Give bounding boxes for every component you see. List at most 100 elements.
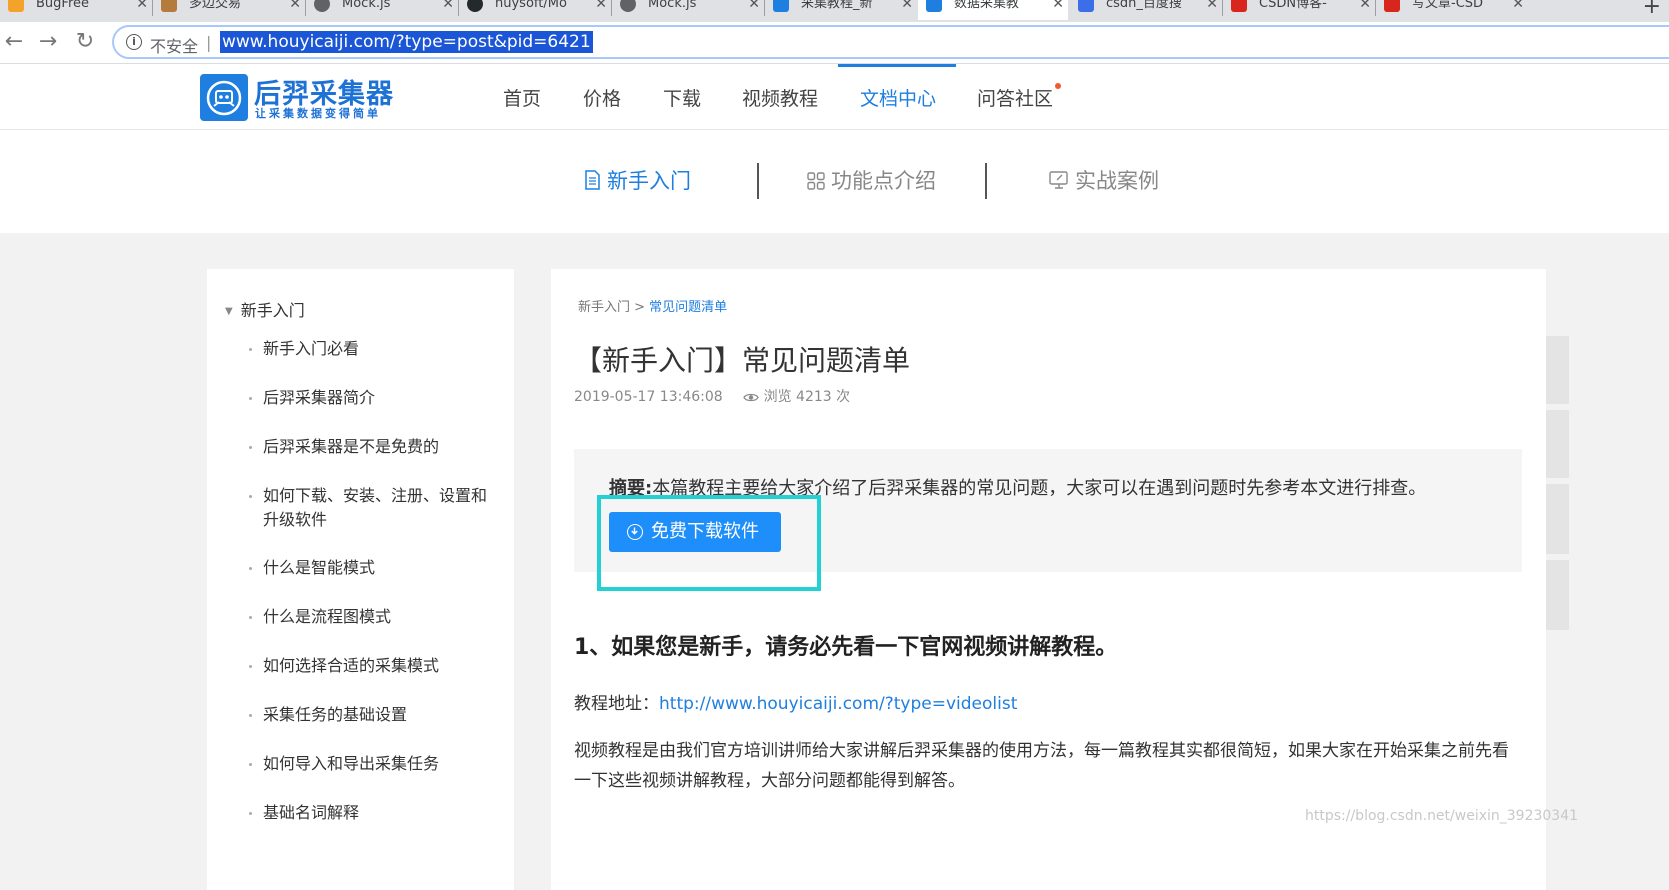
browser-tab[interactable]: csdn_百度搜 ✕	[1070, 0, 1222, 20]
browser-tab[interactable]: nuysoft/Mo ✕	[459, 0, 611, 20]
view-count: 浏览 4213 次	[763, 389, 851, 405]
sidebar-item[interactable]: 新手入门必看	[249, 337, 493, 361]
tab-divider	[985, 163, 987, 199]
nav-qa-community[interactable]: 问答社区	[977, 84, 1053, 111]
tutorial-link[interactable]: http://www.houyicaiji.com/?type=videolis…	[659, 694, 1017, 714]
close-icon[interactable]: ✕	[595, 0, 607, 14]
caret-down-icon: ▼	[225, 306, 233, 317]
close-icon[interactable]: ✕	[1512, 0, 1524, 14]
tab-title: nuysoft/Mo	[495, 0, 567, 11]
houyi-icon	[773, 0, 789, 12]
browser-tab-strip: BugFree ✕ 多边交易 ✕ Mock.js ✕ nuysoft/Mo ✕ …	[0, 0, 1669, 22]
back-arrow-icon[interactable]: ←	[0, 29, 28, 54]
nav-docs[interactable]: 文档中心	[860, 84, 936, 111]
browser-tab[interactable]: 写文章-CSD ✕	[1376, 0, 1528, 20]
browser-tab-active[interactable]: 数据采集教 ✕	[918, 0, 1068, 20]
publish-date: 2019-05-17 13:46:08	[574, 389, 723, 405]
nav-home[interactable]: 首页	[503, 84, 541, 111]
tab-case-studies[interactable]: 实战案例	[1049, 165, 1159, 195]
sidebar-item[interactable]: 后羿采集器简介	[249, 386, 493, 410]
browser-tab[interactable]: 多边交易 ✕	[153, 0, 305, 20]
article-paragraph: 视频教程是由我们官方培训讲师给大家讲解后羿采集器的使用方法，每一篇教程其实都很简…	[574, 741, 1509, 791]
sidebar-item[interactable]: 如何选择合适的采集模式	[249, 654, 493, 678]
sidebar-item[interactable]: 什么是智能模式	[249, 556, 493, 580]
browser-tab[interactable]: CSDN博客- ✕	[1223, 0, 1375, 20]
breadcrumb: 新手入门 > 常见问题清单	[578, 296, 727, 315]
tab-title: csdn_百度搜	[1106, 0, 1182, 11]
globe-icon	[620, 0, 636, 12]
reload-icon[interactable]: ↻	[71, 29, 99, 54]
baidu-icon	[1078, 0, 1094, 12]
tab-features[interactable]: 功能点介绍	[807, 165, 936, 195]
tab-title: 采集教程_新	[801, 0, 873, 11]
logo-icon[interactable]	[200, 74, 248, 121]
tab-beginner[interactable]: 新手入门	[584, 165, 691, 195]
tab-label: 实战案例	[1075, 169, 1159, 193]
page-icon	[161, 0, 177, 12]
csdn-icon	[1231, 0, 1247, 12]
browser-tab[interactable]: Mock.js ✕	[306, 0, 458, 20]
new-tab-icon[interactable]: +	[1643, 0, 1661, 19]
float-tool-1[interactable]	[1546, 336, 1569, 404]
close-icon[interactable]: ✕	[289, 0, 301, 14]
monitor-edit-icon	[1049, 170, 1069, 195]
github-icon	[467, 0, 483, 12]
tab-title: Mock.js	[342, 0, 391, 11]
sidebar-group-label: 新手入门	[240, 301, 305, 320]
tab-title: 多边交易	[189, 0, 242, 11]
doc-sidebar: ▼ 新手入门 新手入门必看 后羿采集器简介 后羿采集器是不是免费的 如何下载、安装…	[207, 269, 514, 890]
breadcrumb-parent[interactable]: 新手入门 >	[578, 300, 645, 315]
sidebar-item[interactable]: 后羿采集器是不是免费的	[249, 435, 493, 459]
close-icon[interactable]: ✕	[748, 0, 760, 14]
browser-tab[interactable]: BugFree ✕	[0, 0, 152, 20]
close-icon[interactable]: ✕	[1359, 0, 1371, 14]
tab-title: BugFree	[36, 0, 89, 11]
sidebar-item[interactable]: 基础名词解释	[249, 801, 493, 825]
bugfree-icon	[8, 0, 24, 12]
tab-label: 功能点介绍	[831, 169, 936, 193]
houyi-icon	[926, 0, 942, 12]
tab-title: 数据采集教	[954, 0, 1020, 11]
csdn-icon	[1384, 0, 1400, 12]
breadcrumb-current[interactable]: 常见问题清单	[649, 300, 727, 315]
globe-icon	[314, 0, 330, 12]
info-icon[interactable]: i	[126, 34, 142, 50]
site-header: 后羿采集器 让采集数据变得简单 首页 价格 下载 视频教程 文档中心 问答社区	[0, 64, 1669, 130]
sidebar-item[interactable]: 采集任务的基础设置	[249, 703, 493, 727]
float-tool-4[interactable]	[1546, 560, 1569, 630]
watermark: https://blog.csdn.net/weixin_39230341	[1305, 808, 1579, 824]
tutorial-label: 教程地址：	[574, 694, 659, 714]
tab-title: CSDN博客-	[1259, 0, 1327, 11]
tab-divider	[757, 163, 759, 199]
article-title: 【新手入门】常见问题清单	[574, 344, 911, 377]
document-icon	[584, 170, 601, 195]
sidebar-group-beginner[interactable]: ▼ 新手入门	[225, 297, 305, 321]
insecure-label: 不安全	[150, 37, 199, 56]
address-bar[interactable]: i 不安全 | www.houyicaiji.com/?type=post&pi…	[112, 25, 1669, 59]
section-heading: 1、如果您是新手，请务必先看一下官网视频讲解教程。	[574, 635, 1118, 660]
float-tool-2[interactable]	[1546, 410, 1569, 478]
doc-category-tabs: 新手入门 功能点介绍 实战案例	[0, 131, 1669, 233]
forward-arrow-icon[interactable]: →	[34, 29, 62, 54]
close-icon[interactable]: ✕	[136, 0, 148, 14]
sidebar-item[interactable]: 什么是流程图模式	[249, 605, 493, 629]
close-icon[interactable]: ✕	[1052, 0, 1064, 14]
close-icon[interactable]: ✕	[1206, 0, 1218, 14]
close-icon[interactable]: ✕	[442, 0, 454, 14]
grid-icon	[807, 171, 825, 195]
nav-download[interactable]: 下载	[663, 84, 701, 111]
sidebar-item[interactable]: 如何导入和导出采集任务	[249, 752, 493, 776]
sidebar-item[interactable]: 如何下载、安装、注册、设置和升级软件	[249, 484, 493, 532]
browser-tab[interactable]: Mock.js ✕	[612, 0, 764, 20]
nav-active-indicator	[838, 64, 956, 67]
url-text[interactable]: www.houyicaiji.com/?type=post&pid=6421	[220, 31, 593, 53]
nav-pricing[interactable]: 价格	[583, 84, 621, 111]
tab-title: 写文章-CSD	[1412, 0, 1484, 11]
close-icon[interactable]: ✕	[901, 0, 913, 14]
address-separator: |	[206, 33, 212, 52]
tutorial-address: 教程地址：http://www.houyicaiji.com/?type=vid…	[574, 689, 1017, 714]
nav-video-tutorials[interactable]: 视频教程	[742, 84, 818, 111]
browser-tab[interactable]: 采集教程_新 ✕	[765, 0, 917, 20]
tab-title: Mock.js	[648, 0, 697, 11]
float-tool-3[interactable]	[1546, 484, 1569, 554]
